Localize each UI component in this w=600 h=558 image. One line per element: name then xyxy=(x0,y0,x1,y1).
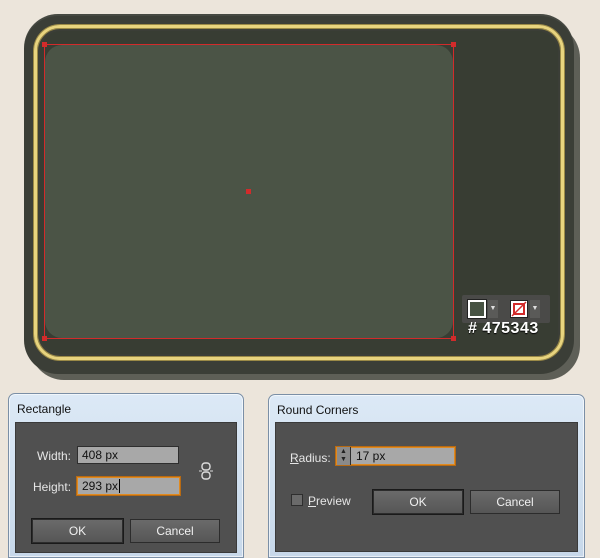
radius-field[interactable]: 17 px xyxy=(336,447,455,465)
fill-swatch-icon[interactable] xyxy=(467,299,487,319)
no-stroke-icon[interactable] xyxy=(510,300,528,318)
spinner-arrows-icon[interactable]: ▲ ▼ xyxy=(337,447,351,465)
selection-handle-top-left[interactable] xyxy=(42,42,47,47)
cancel-button[interactable]: Cancel xyxy=(470,490,560,514)
dialog-title: Round Corners xyxy=(277,403,359,417)
chevron-down-icon[interactable]: ▼ xyxy=(488,300,498,318)
cancel-button[interactable]: Cancel xyxy=(130,519,220,543)
link-icon[interactable] xyxy=(199,462,213,480)
hex-color-label: # 475343 xyxy=(468,320,539,337)
ok-button[interactable]: OK xyxy=(32,519,123,543)
preview-label: Preview xyxy=(308,494,351,508)
preview-checkbox[interactable] xyxy=(291,494,303,506)
dialog-title: Rectangle xyxy=(17,402,72,416)
selection-handle-top-right[interactable] xyxy=(451,42,456,47)
radius-label: Radius: xyxy=(290,451,331,465)
center-point xyxy=(246,189,251,194)
width-field[interactable]: 408 px xyxy=(77,446,179,464)
width-label: Width: xyxy=(37,449,72,463)
selection-handle-bottom-right[interactable] xyxy=(451,336,456,341)
selection-handle-bottom-left[interactable] xyxy=(42,336,47,341)
chevron-down-icon[interactable]: ▼ xyxy=(530,300,540,318)
height-field[interactable]: 293 px xyxy=(77,477,180,495)
dialog-body xyxy=(275,422,578,552)
height-label: Height: xyxy=(33,480,72,494)
ok-button[interactable]: OK xyxy=(373,490,463,514)
